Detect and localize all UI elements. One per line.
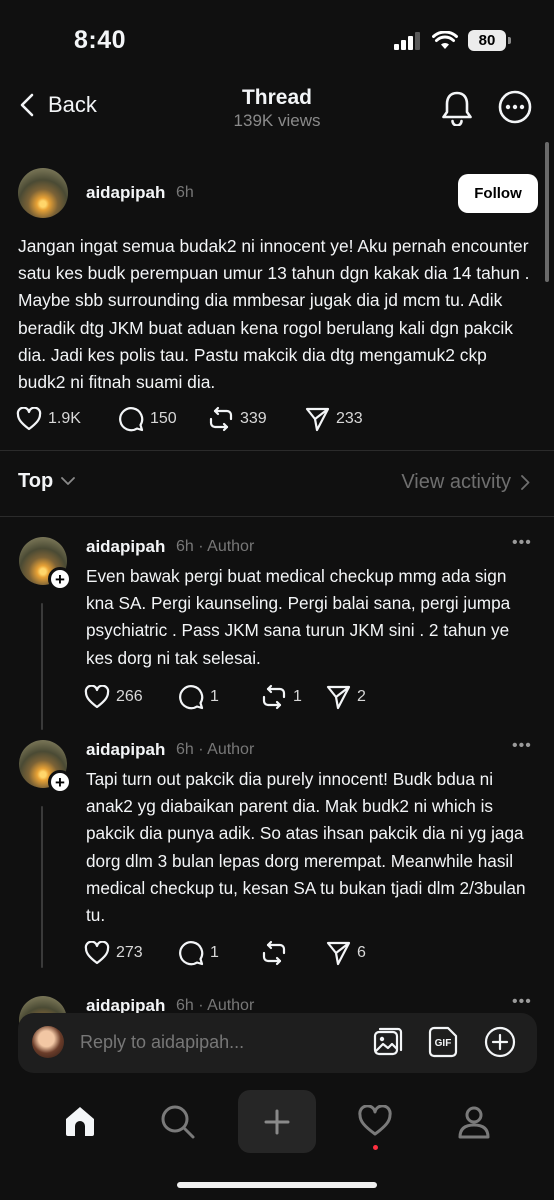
post-time: 6h — [176, 184, 194, 201]
reply-username[interactable]: aidapipah — [86, 537, 165, 557]
share-button[interactable]: 233 — [304, 406, 363, 432]
share-count: 2 — [357, 688, 366, 705]
reply-actions: 273 1 6 — [84, 940, 366, 966]
repost-count: 339 — [240, 410, 267, 427]
reply-more-button[interactable]: ••• — [512, 737, 532, 755]
share-button[interactable]: 2 — [325, 684, 366, 710]
notifications-button[interactable] — [440, 90, 474, 131]
like-count: 273 — [116, 944, 143, 961]
image-gallery-icon — [373, 1027, 403, 1056]
gif-icon: GIF — [428, 1026, 458, 1058]
nav-search[interactable] — [160, 1104, 196, 1145]
heart-icon — [16, 407, 42, 431]
reply-text: Tapi turn out pakcik dia purely innocent… — [86, 769, 526, 926]
gif-button[interactable]: GIF — [428, 1025, 460, 1064]
chevron-down-icon — [61, 477, 76, 485]
heart-icon — [84, 685, 110, 709]
sort-dropdown[interactable]: Top — [18, 470, 76, 493]
comment-count: 1 — [210, 944, 219, 961]
post-text: Jangan ingat semua budak2 ni innocent ye… — [18, 236, 530, 393]
post-username[interactable]: aidapipah — [86, 183, 165, 203]
more-options-button[interactable] — [498, 90, 532, 129]
heart-icon — [84, 941, 110, 965]
repost-button[interactable]: 339 — [208, 406, 304, 432]
search-icon — [161, 1105, 195, 1139]
reply-text: Even bawak pergi buat medical checkup mm… — [86, 566, 511, 668]
share-count: 233 — [336, 410, 363, 427]
current-user-avatar — [32, 1026, 64, 1058]
share-button[interactable]: 6 — [325, 940, 366, 966]
chevron-right-icon — [521, 475, 530, 490]
reply-more-button[interactable]: ••• — [512, 993, 532, 1011]
thread-line — [41, 806, 43, 968]
like-count: 266 — [116, 688, 143, 705]
home-icon — [66, 1107, 94, 1136]
avatar[interactable] — [18, 168, 68, 218]
nav-profile[interactable] — [456, 1104, 492, 1145]
send-icon — [326, 941, 351, 966]
sort-label: Top — [18, 470, 54, 492]
follow-plus-icon[interactable]: + — [48, 567, 72, 591]
more-circle-icon — [498, 90, 532, 124]
attach-image-button[interactable] — [372, 1026, 404, 1063]
reply-time: 6h · Author — [176, 538, 255, 555]
status-icons: 80 — [394, 30, 511, 51]
comment-button[interactable]: 1 — [178, 940, 261, 966]
comment-button[interactable]: 1 — [178, 684, 261, 710]
repost-icon — [209, 406, 233, 432]
post-actions: 1.9K 150 339 233 — [16, 406, 363, 432]
reply-input[interactable] — [80, 1026, 350, 1058]
add-content-button[interactable] — [484, 1026, 516, 1063]
comment-count: 150 — [150, 410, 177, 427]
follow-plus-icon[interactable]: + — [48, 770, 72, 794]
notification-dot — [373, 1145, 378, 1150]
reply-username[interactable]: aidapipah — [86, 740, 165, 760]
follow-button[interactable]: Follow — [458, 174, 538, 213]
plus-circle-icon — [484, 1026, 516, 1058]
scrollbar[interactable] — [545, 142, 549, 282]
view-activity-label: View activity — [401, 471, 511, 493]
comment-icon — [119, 407, 144, 432]
status-time: 8:40 — [74, 26, 127, 54]
nav-home[interactable] — [62, 1104, 98, 1143]
nav-activity[interactable] — [357, 1104, 393, 1142]
repost-icon — [262, 940, 286, 966]
comment-icon — [179, 941, 204, 966]
share-count: 6 — [357, 944, 366, 961]
cellular-signal-icon — [394, 31, 420, 50]
home-indicator — [177, 1182, 377, 1188]
comment-icon — [179, 685, 204, 710]
like-button[interactable]: 1.9K — [16, 407, 118, 431]
send-icon — [326, 685, 351, 710]
repost-button[interactable] — [261, 940, 325, 966]
repost-count: 1 — [293, 688, 302, 705]
comment-button[interactable]: 150 — [118, 406, 208, 432]
send-icon — [305, 407, 330, 432]
repost-button[interactable]: 1 — [261, 684, 325, 710]
comment-count: 1 — [210, 688, 219, 705]
like-count: 1.9K — [48, 410, 81, 427]
divider — [0, 516, 554, 517]
wifi-icon — [432, 31, 458, 49]
reply-time: 6h · Author — [176, 741, 255, 758]
like-button[interactable]: 273 — [84, 941, 178, 965]
repost-icon — [262, 684, 286, 710]
plus-icon — [264, 1109, 290, 1134]
thread-line — [41, 603, 43, 730]
profile-icon — [458, 1106, 490, 1139]
heart-icon — [358, 1104, 392, 1136]
reply-more-button[interactable]: ••• — [512, 534, 532, 552]
nav-create[interactable] — [238, 1090, 316, 1153]
divider — [0, 450, 554, 451]
battery-indicator: 80 — [468, 30, 511, 51]
bell-icon — [442, 91, 472, 127]
view-activity-link[interactable]: View activity — [401, 471, 530, 494]
like-button[interactable]: 266 — [84, 685, 178, 709]
gif-label: GIF — [435, 1038, 452, 1049]
reply-actions: 266 1 1 2 — [84, 684, 366, 710]
